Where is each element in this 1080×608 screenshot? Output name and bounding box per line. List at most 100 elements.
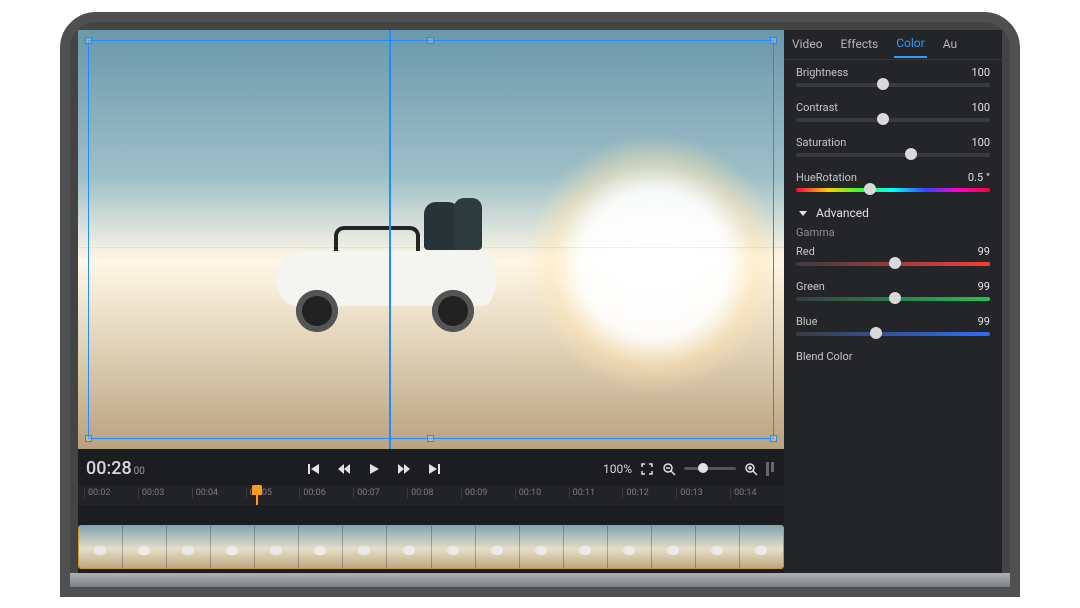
green-slider[interactable] (796, 297, 990, 301)
zoom-in-button[interactable] (744, 462, 758, 476)
ruler-tick: 00:14 (730, 488, 784, 498)
blue-value: 99 (978, 315, 990, 328)
ruler-tick: 00:06 (299, 488, 353, 498)
ruler-tick: 00:09 (461, 488, 515, 498)
tab-color[interactable]: Color (894, 30, 926, 58)
red-value: 99 (978, 245, 990, 258)
slider-knob[interactable] (877, 113, 889, 125)
advanced-label: Advanced (816, 206, 869, 220)
hue-row: HueRotation 0.5 ° (796, 171, 990, 192)
ruler-tick: 00:04 (192, 488, 246, 498)
ruler-tick: 00:03 (138, 488, 192, 498)
tab-effects[interactable]: Effects (839, 31, 881, 57)
clip-thumb (254, 526, 298, 568)
timeline-tracks[interactable] (78, 505, 784, 579)
rewind-button[interactable] (337, 462, 351, 476)
properties-panel: Video Effects Color Au Brightness 100 Co… (784, 30, 1002, 579)
skip-end-button[interactable] (427, 462, 441, 476)
color-compare-slider[interactable] (389, 30, 391, 449)
clip-thumb (342, 526, 386, 568)
green-label: Green (796, 280, 825, 293)
saturation-label: Saturation (796, 136, 846, 149)
laptop-frame: 00:2800 100% 00:02 00:03 0 (60, 12, 1020, 597)
blue-row: Blue 99 (796, 315, 990, 336)
brightness-row: Brightness 100 (796, 66, 990, 87)
saturation-value: 100 (971, 136, 990, 149)
ruler-tick: 00:02 (84, 488, 138, 498)
slider-knob[interactable] (870, 327, 882, 339)
slider-knob[interactable] (889, 292, 901, 304)
blue-label: Blue (796, 315, 817, 328)
red-label: Red (796, 245, 815, 258)
tab-audio[interactable]: Au (941, 31, 959, 57)
blue-slider[interactable] (796, 332, 990, 336)
panel-tabs: Video Effects Color Au (784, 30, 1002, 60)
editor-main: 00:2800 100% 00:02 00:03 0 (78, 30, 784, 579)
clip-thumb (563, 526, 607, 568)
slider-knob[interactable] (889, 257, 901, 269)
resize-handle-bl[interactable] (85, 435, 92, 442)
tab-video[interactable]: Video (790, 31, 825, 57)
slider-knob[interactable] (877, 78, 889, 90)
blend-color-label: Blend Color (796, 350, 990, 363)
brightness-label: Brightness (796, 66, 848, 79)
contrast-row: Contrast 100 (796, 101, 990, 122)
hue-value: 0.5 ° (968, 171, 990, 184)
clip-thumb (122, 526, 166, 568)
timeline-ruler[interactable]: 00:02 00:03 00:04 00:05 00:06 00:07 00:0… (78, 485, 784, 505)
clip-thumb (431, 526, 475, 568)
clip-thumb (475, 526, 519, 568)
selection-box[interactable] (88, 40, 774, 439)
red-row: Red 99 (796, 245, 990, 266)
video-clip[interactable] (78, 525, 784, 569)
ruler-tick: 00:08 (407, 488, 461, 498)
brightness-slider[interactable] (796, 83, 990, 87)
ruler-tick: 00:07 (353, 488, 407, 498)
clip-thumb (519, 526, 563, 568)
zoom-slider-thumb[interactable] (698, 463, 708, 473)
app-screen: 00:2800 100% 00:02 00:03 0 (78, 30, 1002, 579)
hue-slider[interactable] (796, 188, 990, 192)
transport-bar: 00:2800 100% (78, 453, 784, 485)
saturation-slider[interactable] (796, 153, 990, 157)
ruler-tick: 00:13 (676, 488, 730, 498)
resize-handle-br[interactable] (770, 435, 777, 442)
chevron-down-icon (796, 206, 810, 220)
video-preview[interactable] (78, 30, 784, 449)
contrast-value: 100 (971, 101, 990, 114)
advanced-section[interactable]: Advanced (796, 206, 990, 220)
play-button[interactable] (367, 462, 381, 476)
audio-meter (766, 462, 776, 476)
resize-handle-tl[interactable] (85, 37, 92, 44)
red-slider[interactable] (796, 262, 990, 266)
clip-thumb (695, 526, 739, 568)
clip-thumb (386, 526, 430, 568)
clip-thumb (607, 526, 651, 568)
zoom-slider[interactable] (684, 467, 736, 470)
green-value: 99 (978, 280, 990, 293)
panel-body: Brightness 100 Contrast 100 Saturation (784, 60, 1002, 579)
resize-handle-bm[interactable] (427, 435, 434, 442)
zoom-out-button[interactable] (662, 462, 676, 476)
ruler-tick: 00:10 (515, 488, 569, 498)
clip-thumb (166, 526, 210, 568)
resize-handle-tr[interactable] (770, 37, 777, 44)
clip-thumb (79, 526, 122, 568)
timecode: 00:2800 (86, 458, 145, 479)
clip-thumb (298, 526, 342, 568)
contrast-slider[interactable] (796, 118, 990, 122)
saturation-row: Saturation 100 (796, 136, 990, 157)
clip-thumb (210, 526, 254, 568)
clip-thumb (651, 526, 695, 568)
resize-handle-tm[interactable] (427, 37, 434, 44)
timecode-main: 00:28 (86, 458, 132, 479)
slider-knob[interactable] (905, 148, 917, 160)
ruler-tick: 00:11 (569, 488, 623, 498)
fullscreen-button[interactable] (640, 462, 654, 476)
contrast-label: Contrast (796, 101, 838, 114)
forward-button[interactable] (397, 462, 411, 476)
clip-thumb (739, 526, 783, 568)
brightness-value: 100 (971, 66, 990, 79)
slider-knob[interactable] (864, 183, 876, 195)
skip-start-button[interactable] (307, 462, 321, 476)
